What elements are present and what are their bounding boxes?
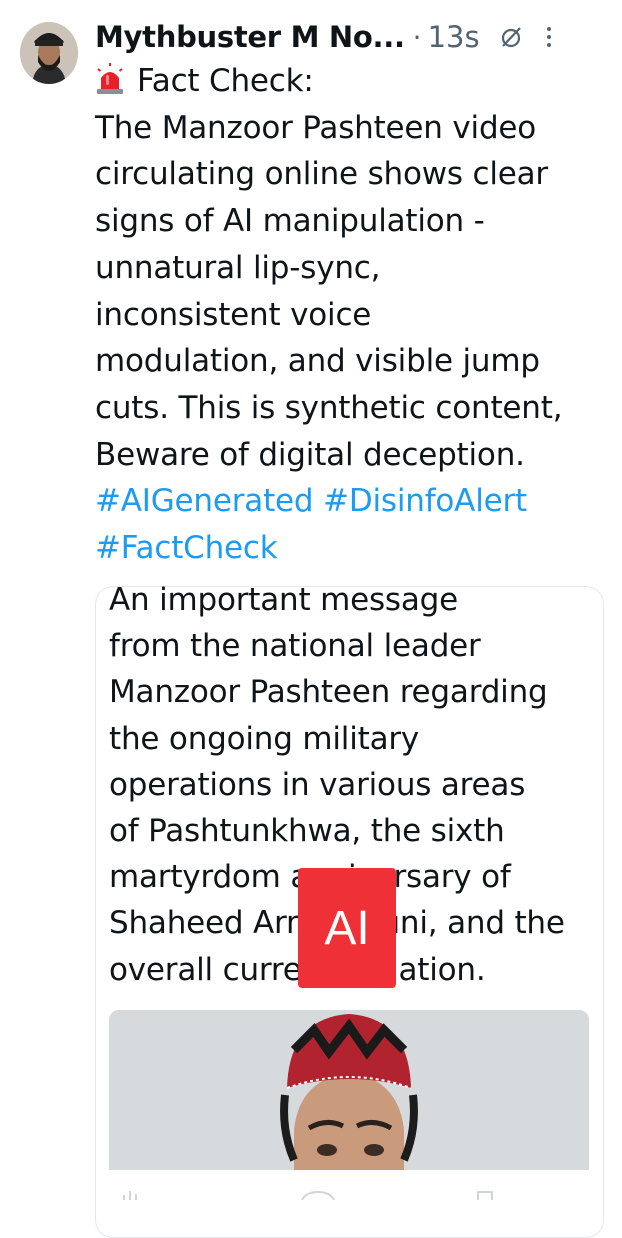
video-thumbnail[interactable] [109,1010,589,1170]
quoted-line-5: of Pashtunkhwa, the sixth [109,813,505,850]
siren-icon [97,63,123,94]
ai-badge: AI [298,868,396,988]
text-line-4: unnatural lip-sync, [95,249,381,286]
display-name[interactable]: Mythbuster M No... [95,20,405,54]
text-line-5: inconsistent voice [95,296,372,333]
text-line-3: signs of AI manipulation - [95,203,485,240]
text-line-0: Fact Check: [137,63,314,99]
views-icon[interactable] [123,1191,137,1200]
hashtags-line-1[interactable]: #AIGenerated #DisinfoAlert [95,478,615,525]
share-icon[interactable] [301,1190,335,1200]
post-header: Mythbuster M No... · 13s [95,14,614,60]
more-options-icon[interactable] [544,24,554,50]
bookmark-icon[interactable] [477,1191,493,1200]
text-line-8: Beware of digital deception. [95,436,525,473]
quoted-line-4: operations in various areas [109,766,526,803]
hashtags-line-2[interactable]: #FactCheck [95,525,615,572]
text-line: Fact Check: [95,58,615,105]
quoted-line-1: from the national leader [109,628,481,665]
text-line-1: The Manzoor Pashteen video [95,109,537,146]
grok-icon[interactable] [498,24,524,50]
action-bar [123,1190,493,1200]
separator-dot: · [412,20,422,54]
quoted-line-0: An important message [109,582,459,618]
tweet-body: Fact Check: The Manzoor Pashteen video c… [95,58,615,572]
avatar[interactable] [20,22,78,84]
quoted-line-3: the ongoing military [109,720,420,757]
timestamp[interactable]: 13s [428,20,480,54]
text-line-7: cuts. This is synthetic content, [95,389,563,426]
text-line-2: circulating online shows clear [95,156,548,193]
quoted-line-2: Manzoor Pashteen regarding [109,674,548,711]
text-line-6: modulation, and visible jump [95,343,540,380]
